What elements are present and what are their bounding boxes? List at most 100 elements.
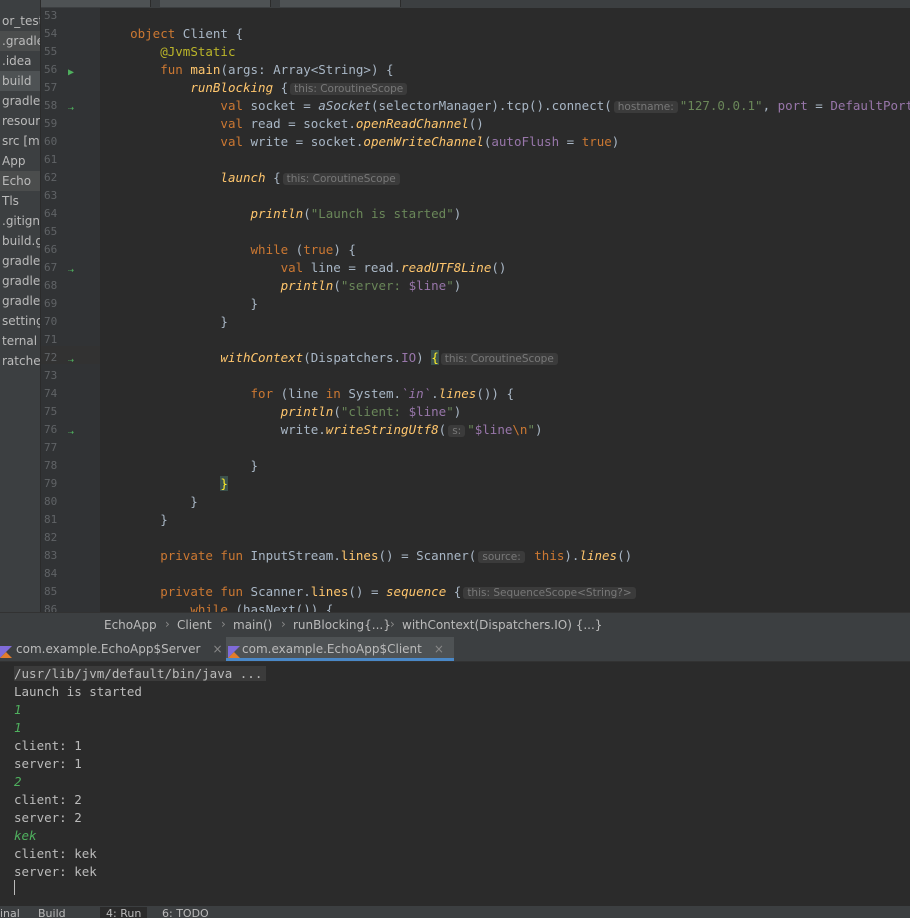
- code-line: val write = socket.openWriteChannel(auto…: [220, 134, 620, 149]
- code-line: val line = read.readUTF8Line(): [280, 260, 507, 275]
- code-line: println("client: $line"): [280, 404, 462, 419]
- breadcrumb-item[interactable]: main(): [233, 618, 272, 632]
- project-tree-item[interactable]: .gitign: [0, 211, 40, 231]
- line-number: 81: [44, 513, 58, 526]
- line-number: 78: [44, 459, 58, 472]
- project-tree-item[interactable]: Tls: [0, 191, 40, 211]
- console-line: client: kek: [14, 846, 97, 861]
- project-tree-item[interactable]: App: [0, 151, 40, 171]
- project-tree-item[interactable]: resour: [0, 111, 40, 131]
- code-line: println("Launch is started"): [250, 206, 462, 221]
- line-number: 56: [44, 63, 58, 76]
- project-tree-item[interactable]: build.g: [0, 231, 40, 251]
- console-line: 1: [14, 702, 22, 717]
- run-console[interactable]: /usr/lib/jvm/default/bin/java ... Launch …: [0, 662, 910, 906]
- line-number: 55: [44, 45, 58, 58]
- run-tab-label: com.example.EchoApp$Client: [242, 642, 422, 656]
- tool-window-bar: inal Build 4: Run 6: TODO: [0, 906, 910, 918]
- tool-window-button[interactable]: Build: [38, 907, 66, 918]
- console-line: Launch is started: [14, 684, 142, 699]
- code-line: @JvmStatic: [160, 44, 236, 59]
- kotlin-icon: [228, 642, 240, 658]
- suspend-call-icon[interactable]: ⇢: [68, 427, 74, 438]
- line-number: 84: [44, 567, 58, 580]
- project-tree-item[interactable]: ternal L: [0, 331, 40, 351]
- project-tree-item[interactable]: build: [0, 71, 40, 91]
- code-line: fun main(args: Array<String>) {: [160, 62, 394, 77]
- line-number: 70: [44, 315, 58, 328]
- project-tree-item[interactable]: or_test [: [0, 11, 40, 31]
- console-command[interactable]: /usr/lib/jvm/default/bin/java ...: [14, 665, 267, 683]
- console-line: client: 1: [14, 738, 82, 753]
- project-tree-item[interactable]: gradle: [0, 251, 40, 271]
- run-tab-label: com.example.EchoApp$Server: [16, 642, 201, 656]
- project-tree-item[interactable]: gradle: [0, 271, 40, 291]
- code-line: withContext(Dispatchers.IO) {this: Corou…: [100, 349, 560, 367]
- project-tree-item[interactable]: src [m: [0, 131, 40, 151]
- line-number: 65: [44, 225, 58, 238]
- project-tree-item[interactable]: .gradle: [0, 31, 40, 51]
- editor-tab-bar: [0, 0, 910, 8]
- code-line: write.writeStringUtf8(s: "$line\n"): [100, 422, 543, 437]
- code-line: object Client {: [130, 26, 243, 41]
- code-line: while (hasNext()) {: [190, 602, 334, 612]
- tool-window-button[interactable]: inal: [0, 907, 20, 918]
- line-number: 68: [44, 279, 58, 292]
- code-line: runBlocking {this: CoroutineScope: [100, 79, 409, 97]
- suspend-call-icon[interactable]: ⇢: [68, 103, 74, 114]
- close-icon[interactable]: ×: [212, 642, 222, 656]
- breadcrumb-item[interactable]: Client: [177, 618, 212, 632]
- line-number: 58: [44, 99, 58, 112]
- console-line: server: 1: [14, 756, 82, 771]
- line-number: 62: [44, 171, 58, 184]
- breadcrumb-item[interactable]: runBlocking{...}: [293, 618, 391, 632]
- line-number: 80: [44, 495, 58, 508]
- line-number: 85: [44, 585, 58, 598]
- tool-window-button[interactable]: 4: Run: [100, 907, 148, 918]
- console-line: server: kek: [14, 864, 97, 879]
- run-icon[interactable]: ▶: [68, 67, 74, 78]
- line-number: 60: [44, 135, 58, 148]
- console-line: client: 2: [14, 792, 82, 807]
- line-number: 61: [44, 153, 58, 166]
- run-tab[interactable]: com.example.EchoApp$Client ×: [226, 637, 454, 661]
- line-number: 67: [44, 261, 58, 274]
- code-line: val read = socket.openReadChannel(): [220, 116, 484, 131]
- code-line: val socket = aSocket(selectorManager).tc…: [220, 98, 910, 113]
- code-line: private fun Scanner.lines() = sequence {…: [100, 583, 638, 601]
- project-tree-item[interactable]: gradle: [0, 291, 40, 311]
- console-line: server: 2: [14, 810, 82, 825]
- breadcrumb-item[interactable]: withContext(Dispatchers.IO) {...}: [402, 618, 602, 632]
- code-editor[interactable]: object Client { @JvmStatic fun main(args…: [100, 8, 910, 612]
- line-number: 76: [44, 423, 58, 436]
- line-number: 83: [44, 549, 58, 562]
- close-icon[interactable]: ×: [434, 642, 444, 656]
- tab-tlsrawsocket[interactable]: [280, 0, 401, 7]
- tab-application[interactable]: [40, 0, 151, 7]
- line-number: 69: [44, 297, 58, 310]
- suspend-call-icon[interactable]: ⇢: [68, 355, 74, 366]
- line-number: 64: [44, 207, 58, 220]
- project-tree-item[interactable]: Echo: [0, 171, 40, 191]
- line-number: 77: [44, 441, 58, 454]
- line-number: 75: [44, 405, 58, 418]
- line-number: 82: [44, 531, 58, 544]
- project-tree-item[interactable]: gradle: [0, 91, 40, 111]
- project-tree-item[interactable]: setting: [0, 311, 40, 331]
- code-line: for (line in System.`in`.lines()) {: [250, 386, 514, 401]
- code-line: }: [220, 476, 228, 491]
- project-tree-item[interactable]: .idea: [0, 51, 40, 71]
- tool-window-button[interactable]: 6: TODO: [162, 907, 209, 918]
- breadcrumb-item[interactable]: EchoApp: [104, 618, 157, 632]
- line-number: 72: [44, 351, 58, 364]
- project-tree-item[interactable]: ratches: [0, 351, 40, 371]
- breadcrumb-separator: ›: [221, 617, 226, 631]
- line-number: 79: [44, 477, 58, 490]
- line-number: 71: [44, 333, 58, 346]
- suspend-call-icon[interactable]: ⇢: [68, 265, 74, 276]
- console-line: 2: [14, 774, 22, 789]
- console-line: 1: [14, 720, 22, 735]
- run-tab[interactable]: com.example.EchoApp$Server ×: [0, 637, 230, 661]
- kotlin-icon: [0, 642, 12, 658]
- tab-echoapp[interactable]: [160, 0, 271, 7]
